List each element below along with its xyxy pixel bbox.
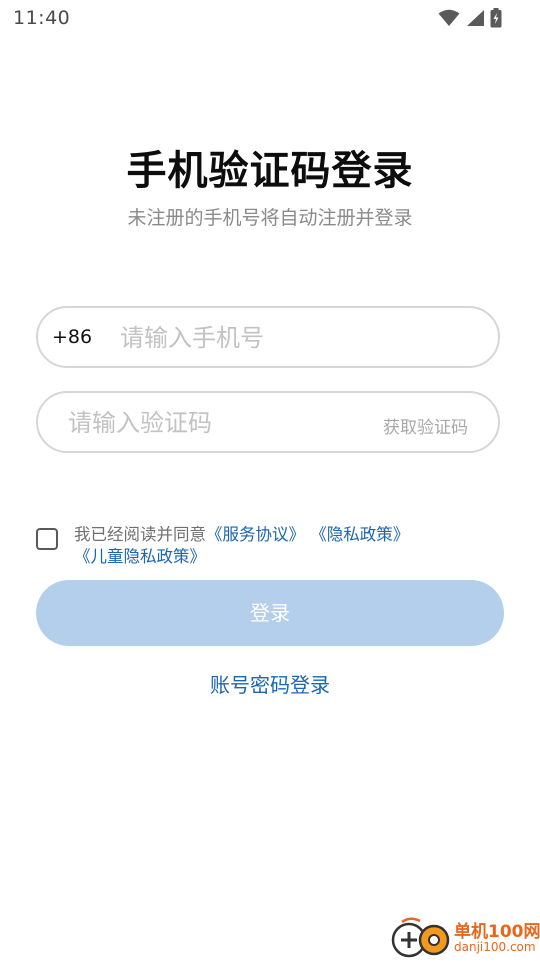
- country-code-prefix[interactable]: +86: [52, 326, 92, 348]
- status-bar: 11:40: [0, 0, 540, 36]
- watermark-title: 单机100网: [454, 922, 540, 942]
- wifi-icon: [438, 9, 460, 31]
- status-icons: [438, 8, 502, 32]
- password-login-link[interactable]: 账号密码登录: [0, 669, 540, 698]
- code-field[interactable]: 获取验证码: [36, 391, 500, 453]
- service-agreement-link[interactable]: 《服务协议》: [206, 525, 305, 544]
- child-privacy-policy-link[interactable]: 《儿童隐私政策》: [74, 547, 206, 566]
- phone-input[interactable]: [120, 318, 460, 358]
- page-title: 手机验证码登录: [126, 148, 414, 194]
- watermark: 单机100网 danji100.com: [390, 914, 540, 960]
- status-time: 11:40: [13, 7, 71, 29]
- privacy-policy-link[interactable]: 《隐私政策》: [310, 525, 409, 544]
- agreement-checkbox[interactable]: [36, 528, 58, 550]
- watermark-url: danji100.com: [454, 940, 536, 954]
- code-input[interactable]: [68, 403, 368, 443]
- battery-charging-icon: [490, 8, 502, 32]
- page-subtitle: 未注册的手机号将自动注册并登录: [127, 207, 413, 229]
- watermark-logo-icon: [390, 916, 452, 960]
- agreement-text: 我已经阅读并同意《服务协议》 《隐私政策》《儿童隐私政策》: [74, 524, 494, 568]
- signal-icon: [465, 9, 485, 31]
- phone-field[interactable]: +86: [36, 306, 500, 368]
- login-button[interactable]: 登录: [36, 580, 504, 646]
- agreement-prefix: 我已经阅读并同意: [74, 525, 206, 544]
- get-code-button[interactable]: 获取验证码: [383, 413, 468, 438]
